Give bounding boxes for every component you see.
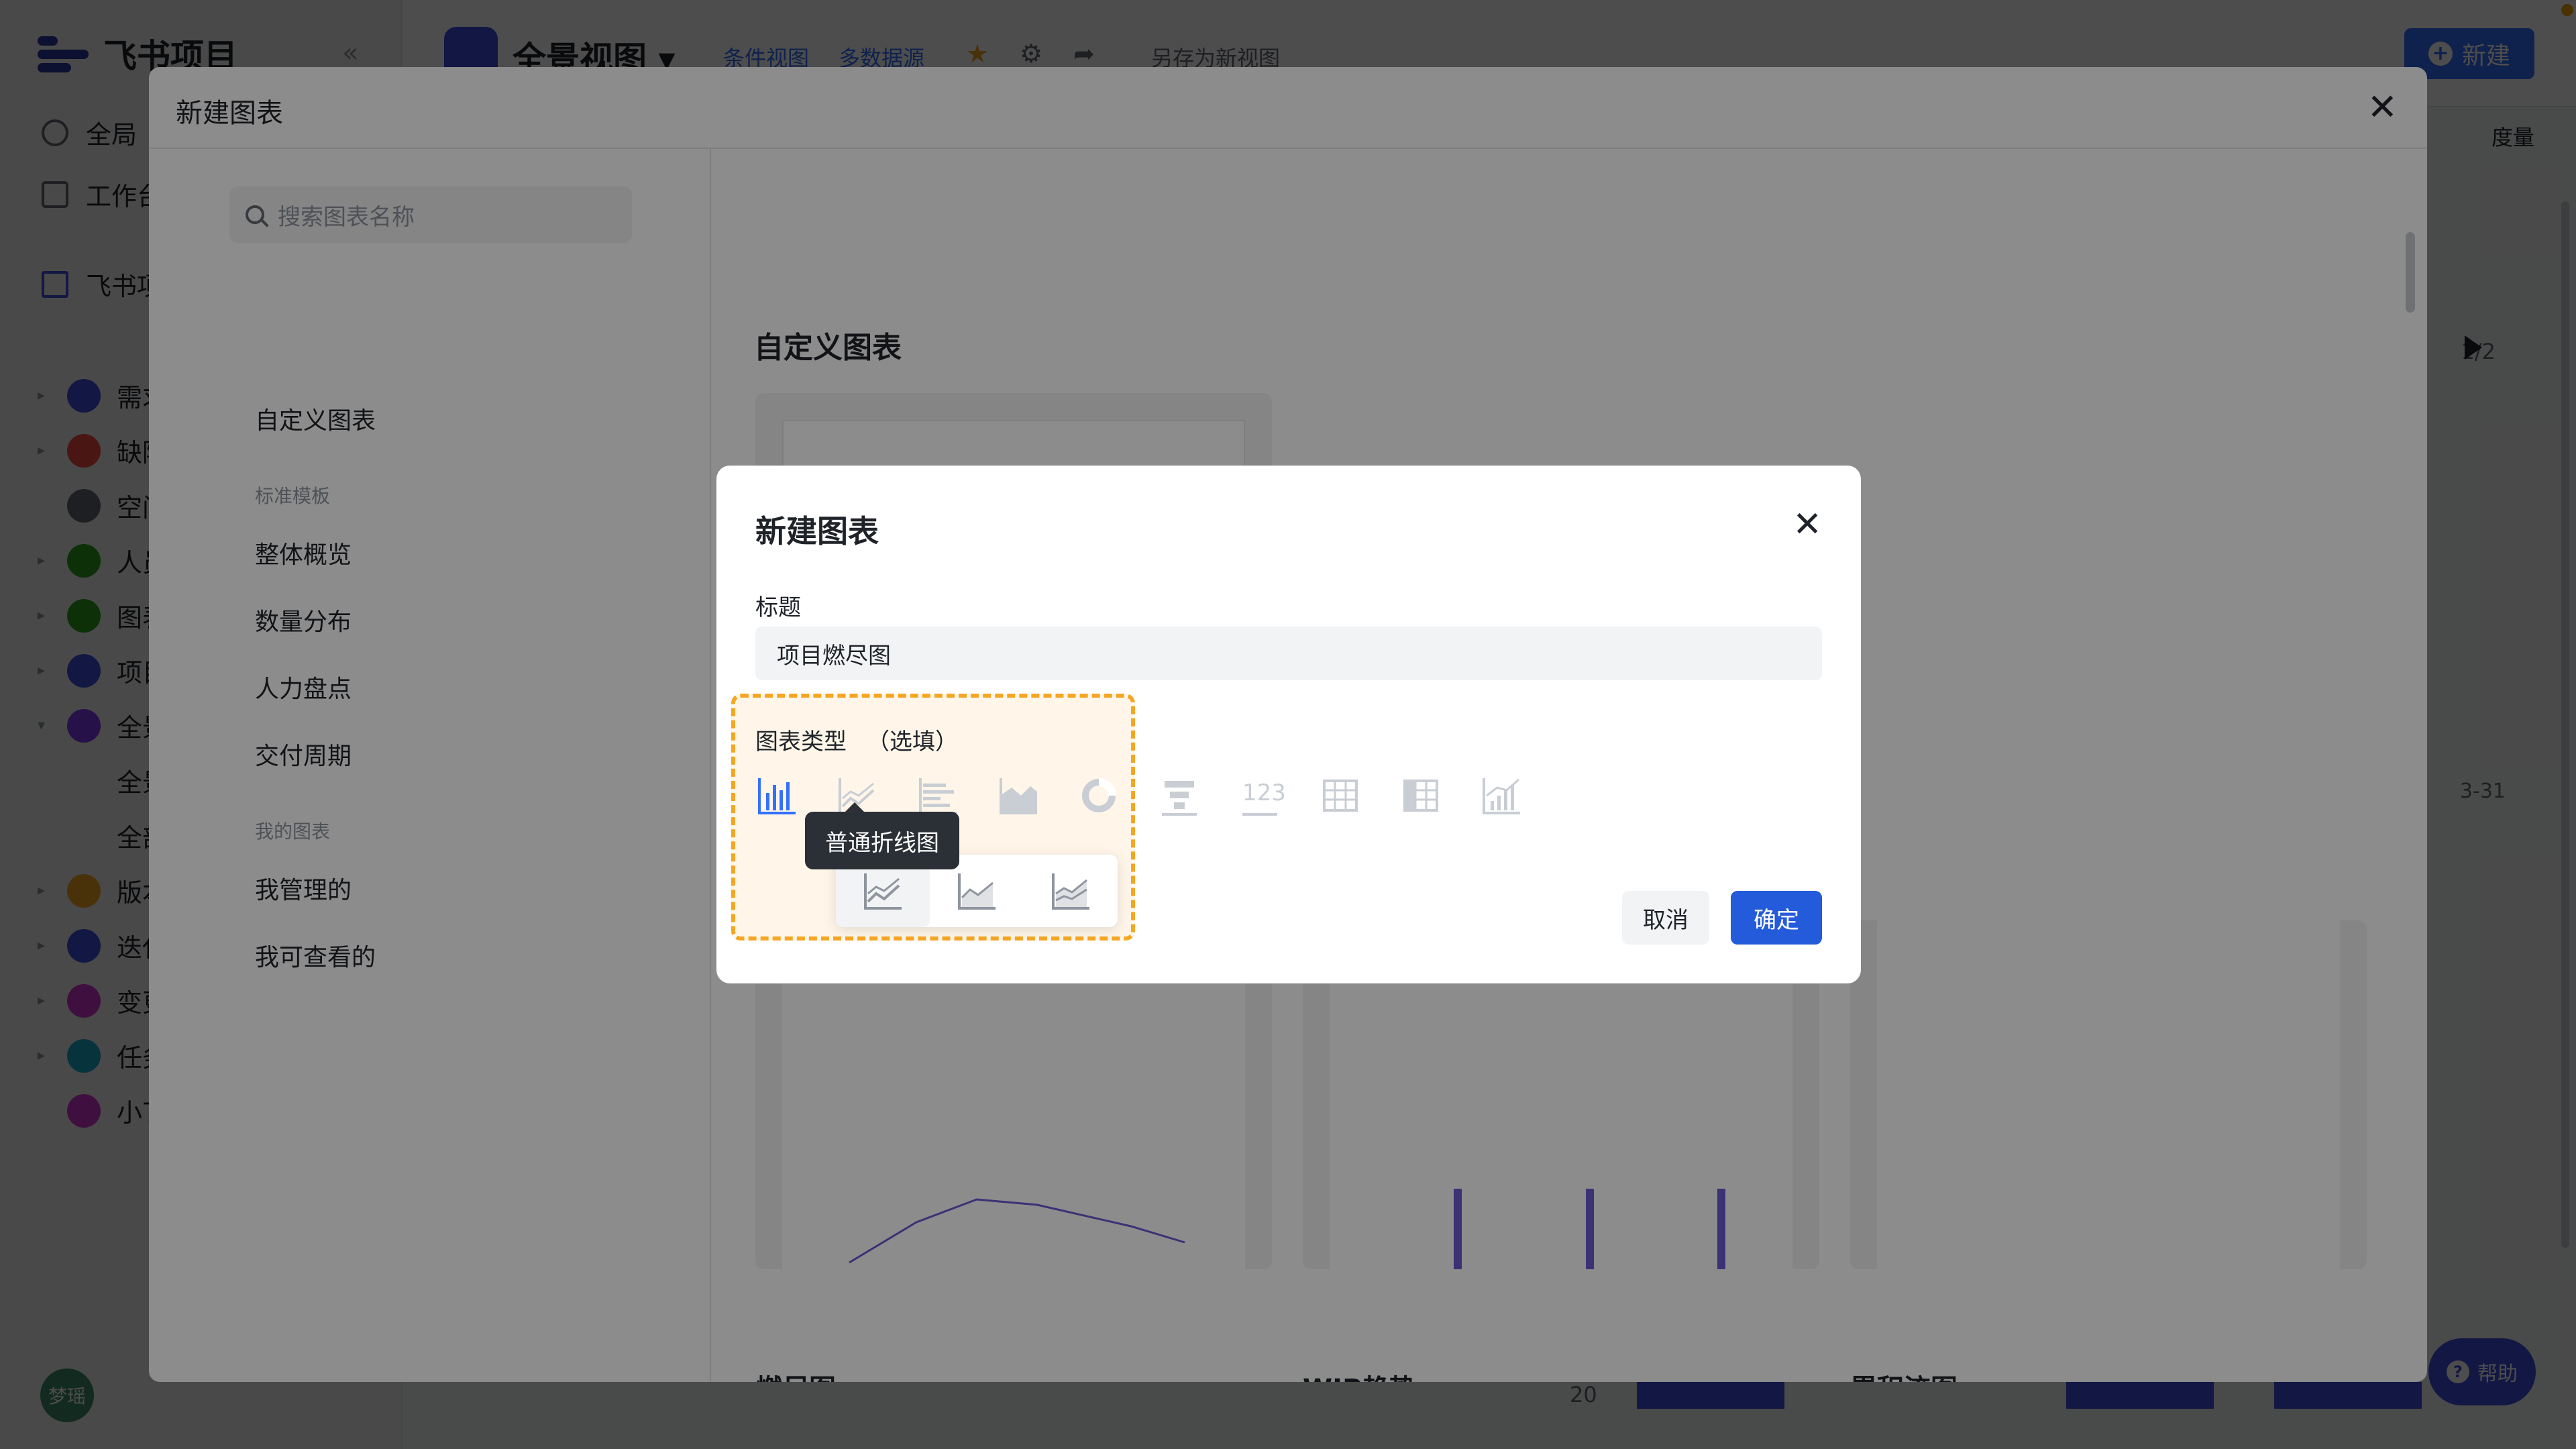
chart-title-input[interactable]: [755, 627, 1822, 680]
pivot-table-icon[interactable]: [1399, 771, 1480, 820]
close-icon[interactable]: ✕: [1792, 507, 1822, 542]
funnel-chart-icon[interactable]: [1158, 771, 1238, 820]
cancel-button[interactable]: 取消: [1622, 891, 1709, 945]
title-label: 标题: [755, 594, 801, 621]
combo-chart-icon[interactable]: [1480, 771, 1560, 820]
chart-type-label: 图表类型 （选填）: [755, 729, 958, 755]
area-chart-icon[interactable]: [997, 771, 1077, 820]
new-chart-dialog: 新建图表 ✕ 标题 图表类型 （选填） 123 普通折线图 取消 确定: [716, 466, 1861, 983]
chart-type-tooltip: 普通折线图: [805, 802, 959, 869]
donut-chart-icon[interactable]: [1077, 771, 1158, 820]
number-card-icon[interactable]: 123: [1238, 771, 1319, 820]
table-icon[interactable]: [1319, 771, 1399, 820]
dialog-title: 新建图表: [755, 513, 879, 549]
confirm-button[interactable]: 确定: [1731, 891, 1822, 945]
line-stacked-icon[interactable]: [1024, 855, 1118, 927]
number-card-label: 123: [1242, 780, 1286, 806]
